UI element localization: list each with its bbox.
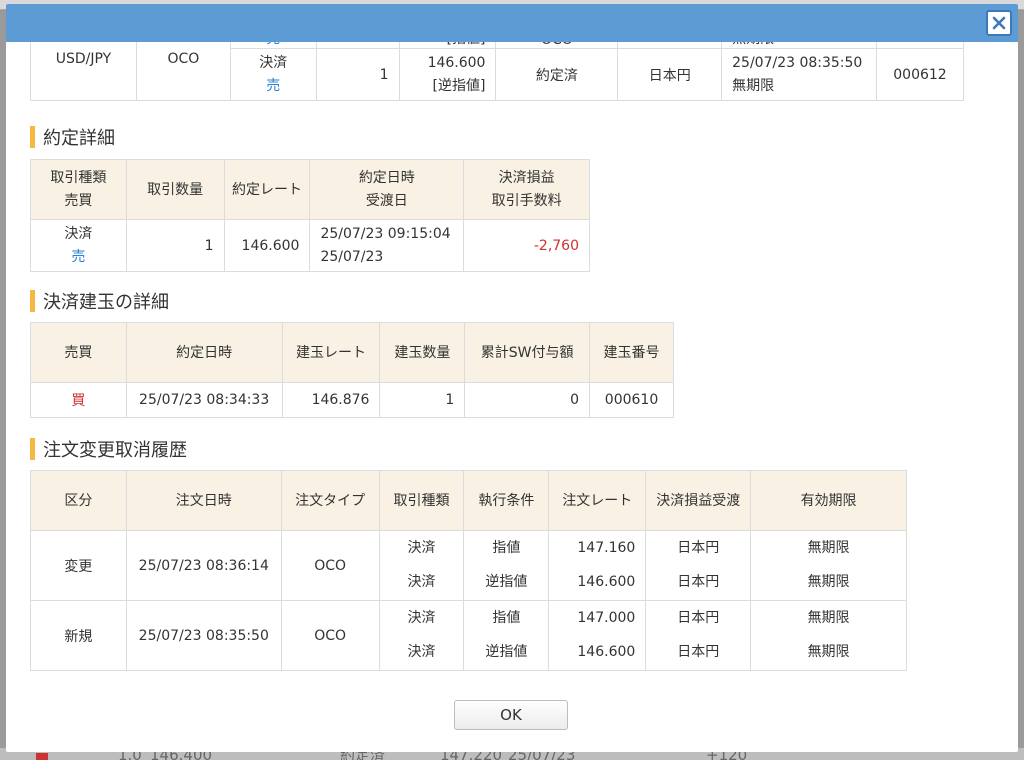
ok-button[interactable]: OK xyxy=(454,700,568,730)
history-expiries: 無期限 無期限 xyxy=(750,600,907,671)
order-trade-kind: 決済 売 xyxy=(229,48,317,101)
col-order-type: 注文タイプ xyxy=(280,470,380,531)
table-row: 決済売 1 146.600 25/07/23 09:15:04 25/07/23 … xyxy=(30,219,590,272)
history-settles: 日本円 日本円 xyxy=(645,600,752,671)
history-datetime: 25/07/23 08:36:14 xyxy=(125,530,282,601)
history-kinds: 決済 決済 xyxy=(378,600,465,671)
col-quantity: 取引数量 xyxy=(125,159,225,220)
history-order-type: OCO xyxy=(280,530,380,601)
col-datetime: 約定日時 xyxy=(125,322,283,383)
history-rates: 147.000 146.600 xyxy=(548,600,647,671)
history-rates: 147.160 146.600 xyxy=(548,530,647,601)
close-icon xyxy=(992,16,1006,30)
order-settle-currency: 日本円 xyxy=(617,48,723,101)
exec-quantity: 1 xyxy=(125,219,225,272)
section-accent-bar xyxy=(30,438,35,460)
history-category: 新規 xyxy=(30,600,127,671)
col-category: 区分 xyxy=(30,470,127,531)
exec-datetime: 25/07/23 09:15:04 25/07/23 xyxy=(309,219,465,272)
position-quantity: 1 xyxy=(379,382,466,418)
col-number: 建玉番号 xyxy=(589,322,674,383)
order-history-table: 区分 注文日時 注文タイプ 取引種類 執行条件 注文レート 決済損益受渡 有効期… xyxy=(30,470,907,671)
table-header-row: 取引種類 売買 取引数量 約定レート 約定日時 受渡日 決済損益 取引手数料 xyxy=(30,159,590,220)
col-swap: 累計SW付与額 xyxy=(464,322,591,383)
section-accent-bar xyxy=(30,126,35,148)
col-datetime: 約定日時 受渡日 xyxy=(309,159,465,220)
order-quantity: 1 xyxy=(315,48,400,101)
execution-details-table: 取引種類 売買 取引数量 約定レート 約定日時 受渡日 決済損益 取引手数料 決済売 … xyxy=(30,159,590,272)
background-red-mark xyxy=(36,753,48,760)
history-datetime: 25/07/23 08:35:50 xyxy=(125,600,282,671)
col-rate: 注文レート xyxy=(548,470,647,531)
table-row: 買 25/07/23 08:34:33 146.876 1 0 000610 xyxy=(30,382,674,418)
order-detail-dialog: USD/JPY OCO 売 [指値] OCO 無期限 決済 売 1 146.60… xyxy=(6,4,1018,752)
sell-label: 売 xyxy=(71,248,86,265)
col-expiry: 有効期限 xyxy=(750,470,907,531)
order-history-heading: 注文変更取消履歴 xyxy=(30,438,187,461)
col-trade-kind: 取引種類 xyxy=(378,470,465,531)
table-header-row: 区分 注文日時 注文タイプ 取引種類 執行条件 注文レート 決済損益受渡 有効期… xyxy=(30,470,907,531)
table-header-row: 売買 約定日時 建玉レート 建玉数量 累計SW付与額 建玉番号 xyxy=(30,322,674,383)
position-datetime: 25/07/23 08:34:33 xyxy=(125,382,283,418)
col-settle: 決済損益受渡 xyxy=(645,470,752,531)
execution-details-heading: 約定詳細 xyxy=(30,126,115,149)
dialog-header xyxy=(6,4,1018,42)
history-settles: 日本円 日本円 xyxy=(645,530,752,601)
col-datetime: 注文日時 xyxy=(125,470,282,531)
history-category: 変更 xyxy=(30,530,127,601)
table-row: 変更 25/07/23 08:36:14 OCO 決済 決済 指値 逆指値 147.… xyxy=(30,530,907,601)
position-swap: 0 xyxy=(464,382,591,418)
col-condition: 執行条件 xyxy=(463,470,550,531)
history-order-type: OCO xyxy=(280,600,380,671)
col-pnl: 決済損益 取引手数料 xyxy=(463,159,590,220)
col-rate: 建玉レート xyxy=(281,322,381,383)
order-status: 約定済 xyxy=(495,48,619,101)
exec-rate: 146.600 xyxy=(223,219,311,272)
order-datetime: 25/07/23 08:35:50 無期限 xyxy=(721,48,877,101)
buy-label: 買 xyxy=(30,382,127,418)
dialog-body: USD/JPY OCO 売 [指値] OCO 無期限 決済 売 1 146.60… xyxy=(6,4,1018,752)
position-number: 000610 xyxy=(589,382,674,418)
history-kinds: 決済 決済 xyxy=(378,530,465,601)
close-button[interactable] xyxy=(986,10,1012,36)
col-side: 売買 xyxy=(30,322,127,383)
section-accent-bar xyxy=(30,290,35,312)
exec-pnl: -2,760 xyxy=(463,219,590,272)
history-conditions: 指値 逆指値 xyxy=(463,530,550,601)
col-kind: 取引種類 売買 xyxy=(30,159,127,220)
sell-label: 売 xyxy=(266,77,281,94)
col-quantity: 建玉数量 xyxy=(379,322,466,383)
order-rate: 146.600 [逆指値] xyxy=(398,48,497,101)
order-number: 000612 xyxy=(875,48,965,101)
history-expiries: 無期限 無期限 xyxy=(750,530,907,601)
settled-positions-heading: 決済建玉の詳細 xyxy=(30,290,169,313)
settled-positions-table: 売買 約定日時 建玉レート 建玉数量 累計SW付与額 建玉番号 買 25/07/… xyxy=(30,322,674,418)
history-conditions: 指値 逆指値 xyxy=(463,600,550,671)
col-rate: 約定レート xyxy=(223,159,311,220)
exec-kind: 決済売 xyxy=(30,219,127,272)
position-rate: 146.876 xyxy=(281,382,381,418)
table-row: 新規 25/07/23 08:35:50 OCO 決済 決済 指値 逆指値 147.… xyxy=(30,600,907,671)
